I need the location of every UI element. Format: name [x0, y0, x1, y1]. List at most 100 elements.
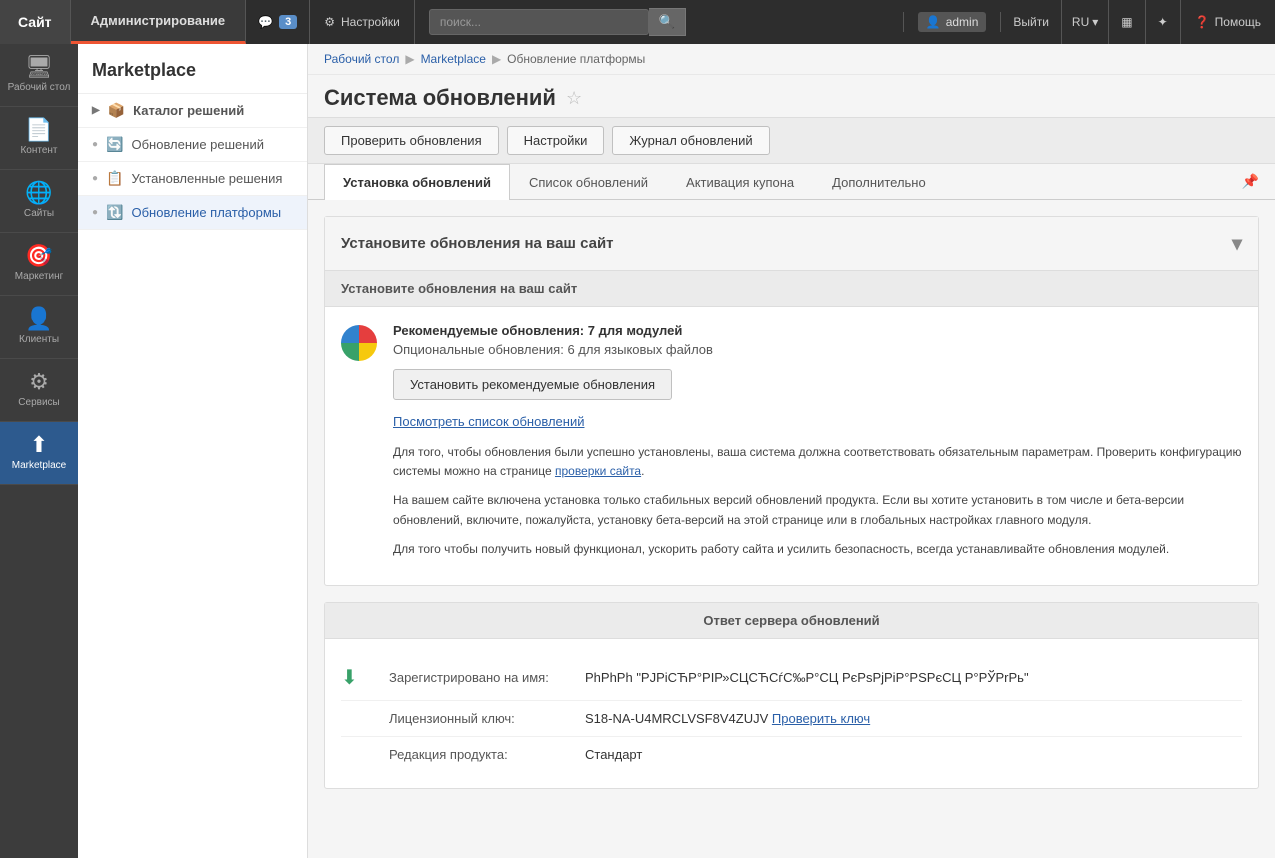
sidebar-item-sites[interactable]: 🌐 Сайты [0, 170, 78, 233]
green-arrow-icon: ⬇ [341, 665, 373, 690]
catalog-icon: 📦 [108, 102, 125, 119]
platform-update-label: Обновление платформы [131, 205, 281, 220]
marketing-label: Маркетинг [15, 271, 64, 283]
messages-btn[interactable]: 💬 3 [246, 0, 310, 44]
desktop-label: Рабочий стол [8, 82, 71, 94]
tab-pin-icon[interactable]: 📌 [1242, 173, 1259, 190]
tab-extra[interactable]: Дополнительно [813, 164, 945, 200]
server-section-body: ⬇ Зарегистрировано на имя: РhРhРh "РJРiС… [325, 639, 1258, 788]
admin-tab[interactable]: Администрирование [71, 0, 247, 44]
bullet-icon: ● [92, 139, 98, 150]
help-btn[interactable]: ❓ Помощь [1181, 0, 1275, 44]
server-row-license: Лицензионный ключ: S18-NA-U4MRCLVSF8V4ZU… [341, 701, 1242, 737]
server-row-edition: Редакция продукта: Стандарт [341, 737, 1242, 772]
services-label: Сервисы [18, 397, 59, 409]
gear-icon: ⚙ [324, 15, 335, 29]
site-label: Сайт [18, 14, 52, 30]
bullet-icon2: ● [92, 173, 98, 184]
info-text-1: Для того, чтобы обновления были успешно … [393, 443, 1242, 481]
admin-label: Администрирование [91, 13, 226, 28]
install-btn[interactable]: Установить рекомендуемые обновления [393, 369, 672, 400]
server-row-registered: ⬇ Зарегистрировано на имя: РhРhРh "РJРiС… [341, 655, 1242, 701]
breadcrumb-sep1: ▶ [405, 52, 414, 66]
update-solutions-icon: 🔄 [106, 136, 123, 153]
sidebar-nav-installed[interactable]: ● 📋 Установленные решения [78, 162, 307, 196]
sidebar-item-services[interactable]: ⚙ Сервисы [0, 359, 78, 422]
breadcrumb-sep2: ▶ [492, 52, 501, 66]
registered-value: РhРhРh "РJРiСЋР°РIР»СЦСЋСѓС‰Р°СЦ РєРsРjР… [585, 670, 1029, 685]
platform-icon: 🔃 [106, 204, 123, 221]
services-icon: ⚙ [29, 371, 49, 393]
edition-label: Редакция продукта: [389, 747, 569, 762]
logout-btn[interactable]: Выйти [1001, 0, 1062, 44]
server-section-header: Ответ сервера обновлений [325, 603, 1258, 639]
pin-icon: ✦ [1158, 15, 1168, 29]
view-list-link[interactable]: Посмотреть список обновлений [393, 414, 1242, 429]
sidebar-item-marketing[interactable]: 🎯 Маркетинг [0, 233, 78, 296]
tab-install[interactable]: Установка обновлений [324, 164, 510, 200]
update-info-row: Рекомендуемые обновления: 7 для модулей … [325, 307, 1258, 585]
tabs: Установка обновлений Список обновлений А… [308, 164, 1275, 200]
site-tab[interactable]: Сайт [0, 0, 71, 44]
clients-icon: 👤 [25, 308, 52, 330]
pin-btn[interactable]: ✦ [1146, 0, 1181, 44]
tab-extra-label: Дополнительно [832, 175, 926, 190]
breadcrumb-marketplace[interactable]: Marketplace [421, 52, 486, 66]
installed-icon: 📋 [106, 170, 123, 187]
search-area: 🔍 [415, 8, 903, 36]
user-area: 👤 admin [903, 12, 1002, 32]
optional-count: Опциональные обновления: 6 для языковых … [393, 342, 1242, 357]
server-section: Ответ сервера обновлений ⬇ Зарегистриров… [324, 602, 1259, 789]
registered-label: Зарегистрировано на имя: [389, 670, 569, 685]
settings-btn[interactable]: Настройки [507, 126, 605, 155]
sidebar-nav-update-solutions[interactable]: ● 🔄 Обновление решений [78, 128, 307, 162]
sidebar-icons: 🖥 Рабочий стол 📄 Контент 🌐 Сайты 🎯 Марке… [0, 44, 78, 858]
chevron-down-icon: ▾ [1092, 15, 1098, 29]
marketing-icon: 🎯 [25, 245, 52, 267]
catalog-label: Каталог решений [133, 103, 244, 118]
topbar-right: Выйти RU ▾ ▦ ✦ ❓ Помощь [1001, 0, 1275, 44]
installed-label: Установленные решения [131, 171, 282, 186]
search-input[interactable] [429, 9, 649, 35]
lang-label: RU [1072, 15, 1089, 29]
settings-btn[interactable]: ⚙ Настройки [310, 0, 415, 44]
content-icon: 📄 [25, 119, 52, 141]
breadcrumb-desktop[interactable]: Рабочий стол [324, 52, 399, 66]
arrow-icon: ▶ [92, 105, 100, 116]
comment-icon: 💬 [258, 15, 273, 29]
collapse-icon[interactable]: ▾ [1232, 231, 1242, 256]
username-label: admin [946, 15, 979, 29]
sidebar-item-content[interactable]: 📄 Контент [0, 107, 78, 170]
marketplace-label: Marketplace [12, 460, 66, 472]
sidebar-nav-platform-update[interactable]: ● 🔃 Обновление платформы [78, 196, 307, 230]
tab-list[interactable]: Список обновлений [510, 164, 667, 200]
breadcrumb: Рабочий стол ▶ Marketplace ▶ Обновление … [308, 44, 1275, 75]
check-key-link[interactable]: Проверить ключ [772, 711, 870, 726]
sidebar-item-clients[interactable]: 👤 Клиенты [0, 296, 78, 359]
sidebar-nav: Marketplace ▶ 📦 Каталог решений ● 🔄 Обно… [78, 44, 308, 858]
desktop-icon: 🖥 [25, 56, 53, 78]
main-content: Рабочий стол ▶ Marketplace ▶ Обновление … [308, 44, 1275, 858]
updates-panel-title: Установите обновления на ваш сайт [341, 235, 614, 252]
check-updates-btn[interactable]: Проверить обновления [324, 126, 499, 155]
content-area: Установите обновления на ваш сайт ▾ Уста… [308, 200, 1275, 805]
lang-btn[interactable]: RU ▾ [1062, 0, 1109, 44]
grid-btn[interactable]: ▦ [1109, 0, 1145, 44]
topbar: Сайт Администрирование 💬 3 ⚙ Настройки 🔍… [0, 0, 1275, 44]
license-value: S18-NA-U4MRCLVSF8V4ZUJV Проверить ключ [585, 711, 870, 726]
sidebar-item-marketplace[interactable]: ⬆ Marketplace [0, 422, 78, 485]
update-log-btn[interactable]: Журнал обновлений [612, 126, 769, 155]
sidebar-item-desktop[interactable]: 🖥 Рабочий стол [0, 44, 78, 107]
search-button[interactable]: 🔍 [649, 8, 687, 36]
help-icon: ❓ [1195, 15, 1210, 29]
updates-panel-header: Установите обновления на ваш сайт ▾ [325, 217, 1258, 271]
main-layout: 🖥 Рабочий стол 📄 Контент 🌐 Сайты 🎯 Марке… [0, 44, 1275, 858]
sites-icon: 🌐 [25, 182, 52, 204]
update-solutions-label: Обновление решений [131, 137, 264, 152]
tab-coupon[interactable]: Активация купона [667, 164, 813, 200]
update-ball-icon [341, 325, 377, 361]
favorite-star-icon[interactable]: ☆ [566, 88, 582, 109]
site-check-link[interactable]: проверки сайта [555, 464, 641, 478]
sidebar-nav-title: Marketplace [78, 44, 307, 94]
sidebar-nav-catalog[interactable]: ▶ 📦 Каталог решений [78, 94, 307, 128]
